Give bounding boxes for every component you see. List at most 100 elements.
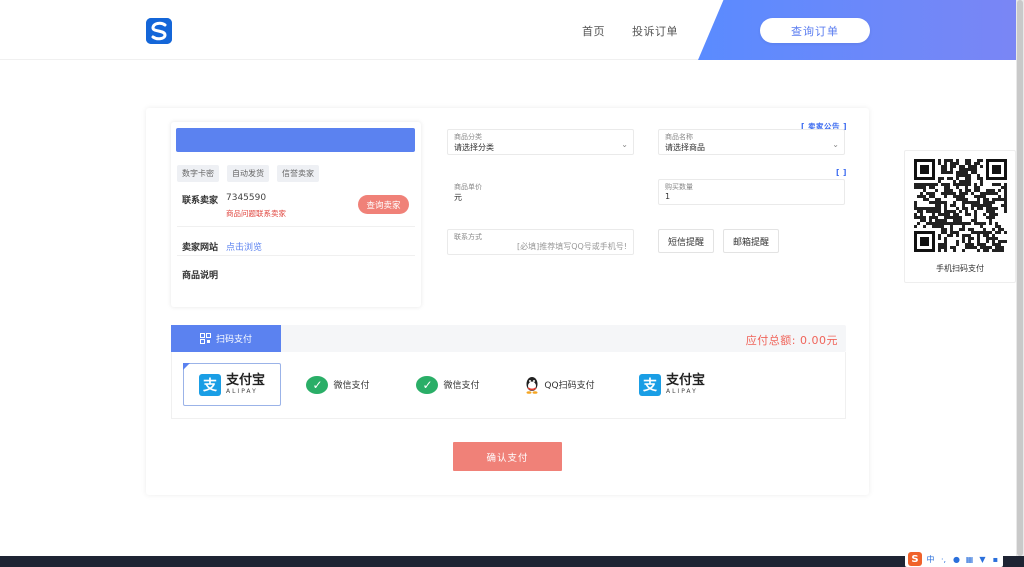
qr-module bbox=[983, 195, 986, 198]
qr-module bbox=[1004, 186, 1007, 189]
qr-module bbox=[947, 222, 950, 225]
qr-module bbox=[920, 219, 923, 222]
skin-icon[interactable]: ▼ bbox=[978, 555, 987, 564]
query-seller-button[interactable]: 查询卖家 bbox=[358, 195, 409, 214]
divider bbox=[177, 255, 415, 256]
qr-module bbox=[962, 171, 965, 174]
contact-input[interactable]: 联系方式 [必填]推荐填写QQ号或手机号! bbox=[447, 229, 634, 255]
qr-module bbox=[977, 204, 980, 207]
nav-home-link[interactable]: 首页 bbox=[582, 23, 605, 39]
qr-module bbox=[941, 222, 944, 225]
quantity-input[interactable]: 购买数量 1 bbox=[658, 179, 845, 205]
pay-method-qq[interactable]: QQ扫码支付 bbox=[515, 363, 605, 406]
qr-module bbox=[971, 237, 974, 240]
qr-module bbox=[998, 195, 1001, 198]
qr-module bbox=[935, 225, 938, 228]
qr-module bbox=[953, 195, 956, 198]
qr-module bbox=[962, 237, 965, 240]
qr-module bbox=[938, 237, 941, 240]
qq-icon bbox=[526, 376, 538, 394]
email-remind-button[interactable]: 邮箱提醒 bbox=[723, 229, 779, 253]
qr-module bbox=[968, 246, 971, 249]
tag-digital-card: 数字卡密 bbox=[177, 165, 219, 182]
qr-module bbox=[989, 246, 992, 249]
qr-module bbox=[962, 165, 965, 168]
qr-module bbox=[980, 165, 983, 168]
scrollbar-thumb[interactable] bbox=[1017, 0, 1023, 556]
qr-module bbox=[968, 213, 971, 216]
qr-module bbox=[983, 228, 986, 231]
qr-module bbox=[950, 177, 953, 180]
product-select[interactable]: 商品名称 请选择商品 ⌄ bbox=[658, 129, 845, 155]
keyboard-icon[interactable]: ▦ bbox=[965, 555, 974, 564]
qr-module bbox=[965, 180, 968, 183]
query-order-button[interactable]: 查询订单 bbox=[760, 18, 870, 43]
qr-module bbox=[974, 189, 977, 192]
site-logo[interactable] bbox=[146, 18, 172, 44]
page-scrollbar[interactable] bbox=[1016, 0, 1024, 556]
qr-module bbox=[983, 201, 986, 204]
qr-module bbox=[953, 216, 956, 219]
qr-module bbox=[950, 210, 953, 213]
qr-module bbox=[974, 219, 977, 222]
nav-complaint-link[interactable]: 投诉订单 bbox=[632, 23, 678, 39]
qr-module bbox=[956, 159, 959, 162]
qr-module bbox=[935, 189, 938, 192]
microphone-icon[interactable]: ● bbox=[952, 555, 961, 564]
qr-module bbox=[956, 171, 959, 174]
pay-method-alipay-2[interactable]: 支 支付宝 ALIPAY bbox=[632, 363, 712, 406]
qr-module bbox=[950, 165, 953, 168]
qr-module bbox=[956, 231, 959, 234]
qr-module bbox=[932, 201, 935, 204]
qr-module bbox=[923, 183, 926, 186]
qr-module bbox=[941, 177, 944, 180]
qr-module bbox=[995, 192, 998, 195]
qr-module bbox=[950, 168, 953, 171]
qr-module bbox=[917, 183, 920, 186]
qr-module bbox=[983, 222, 986, 225]
pay-method-wechat[interactable]: ✓ 微信支付 bbox=[298, 363, 378, 406]
alipay-sub: ALIPAY bbox=[225, 388, 258, 395]
qr-module bbox=[935, 183, 938, 186]
qr-module bbox=[989, 237, 992, 240]
confirm-pay-button[interactable]: 确认支付 bbox=[453, 442, 562, 471]
toolbox-icon[interactable]: ▪ bbox=[991, 555, 1000, 564]
punctuation-icon[interactable]: ·, bbox=[939, 555, 948, 564]
qr-module bbox=[929, 219, 932, 222]
qr-module bbox=[998, 225, 1001, 228]
category-select[interactable]: 商品分类 请选择分类 ⌄ bbox=[447, 129, 634, 155]
sms-remind-button[interactable]: 短信提醒 bbox=[658, 229, 714, 253]
qr-module bbox=[944, 192, 947, 195]
qr-module bbox=[965, 192, 968, 195]
qr-module bbox=[974, 183, 977, 186]
scan-pay-tab[interactable]: 扫码支付 bbox=[171, 325, 281, 352]
qr-module bbox=[938, 246, 941, 249]
qr-module bbox=[962, 228, 965, 231]
qq-label: QQ扫码支付 bbox=[544, 381, 595, 391]
alipay-name: 支付宝 bbox=[225, 373, 265, 388]
qr-module bbox=[971, 204, 974, 207]
pay-method-alipay[interactable]: 支 支付宝 ALIPAY bbox=[183, 363, 281, 406]
seller-site-link[interactable]: 点击浏览 bbox=[226, 240, 262, 253]
pay-method-wechat-2[interactable]: ✓ 微信支付 bbox=[408, 363, 488, 406]
qr-module bbox=[938, 234, 941, 237]
sogou-ime-icon[interactable]: S bbox=[908, 552, 922, 566]
qr-module bbox=[989, 219, 992, 222]
qr-module bbox=[944, 204, 947, 207]
qr-module bbox=[980, 183, 983, 186]
qr-module bbox=[953, 201, 956, 204]
qr-module bbox=[986, 198, 989, 201]
qr-module bbox=[938, 213, 941, 216]
notice-bracket: [ ] bbox=[836, 168, 847, 177]
qr-module bbox=[914, 201, 917, 204]
qr-module bbox=[998, 246, 1001, 249]
qr-module bbox=[917, 186, 920, 189]
chinese-mode-icon[interactable]: 中 bbox=[926, 555, 935, 564]
qr-module bbox=[1001, 228, 1004, 231]
wechat-label-2: 微信支付 bbox=[443, 381, 480, 391]
qr-module bbox=[953, 249, 956, 252]
logo-s-icon bbox=[146, 18, 172, 44]
qr-module bbox=[959, 216, 962, 219]
qr-module bbox=[944, 165, 947, 168]
qr-module bbox=[962, 174, 965, 177]
